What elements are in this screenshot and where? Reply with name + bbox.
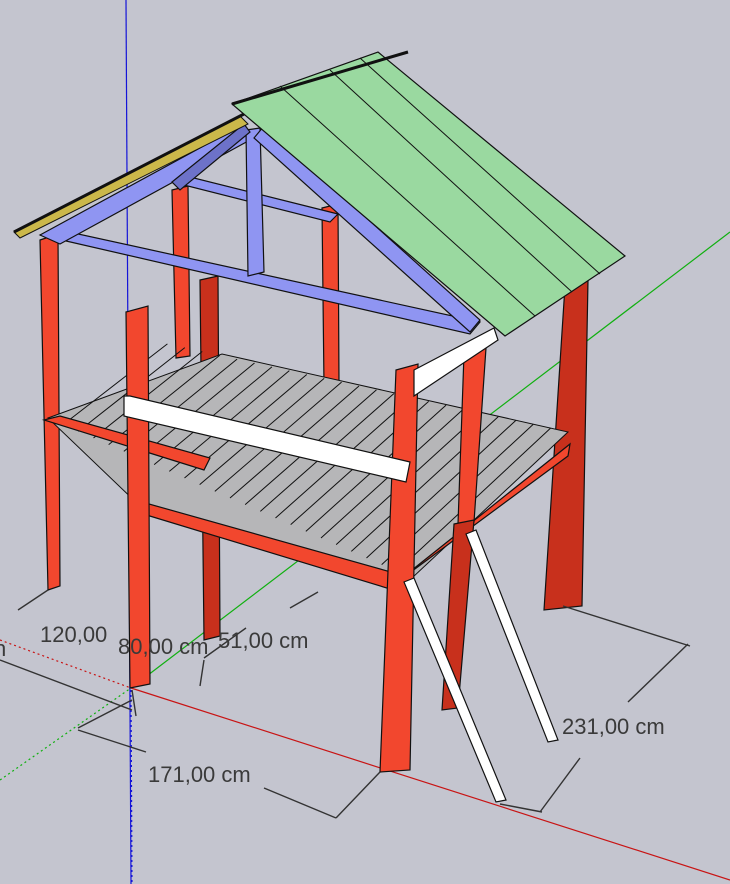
dim-height: 231,00 cm (562, 714, 665, 739)
dim-front-width: 171,00 cm (148, 762, 251, 787)
dim-edge-fragment: n (0, 636, 6, 661)
post-back-left (39, 233, 61, 591)
sketchup-viewport[interactable]: 120,00 80,00 cm 51,00 cm 171,00 cm 231,0… (0, 0, 730, 884)
dimension-labels: 120,00 80,00 cm 51,00 cm 171,00 cm 231,0… (0, 622, 665, 787)
post-back-middle (171, 185, 191, 359)
dim-left-depth: 120,00 (40, 622, 107, 647)
deck (47, 343, 570, 579)
post-front-left (125, 305, 151, 689)
deck-surface (47, 353, 570, 579)
truss-king-post (245, 127, 265, 277)
ladder-right (465, 529, 559, 743)
ladder (403, 529, 559, 803)
dim-left-width: 80,00 cm (118, 634, 209, 659)
roof-left-edge (13, 112, 249, 239)
red-axis-dotted (0, 639, 132, 689)
dim-right-offset: 51,00 cm (218, 628, 309, 653)
